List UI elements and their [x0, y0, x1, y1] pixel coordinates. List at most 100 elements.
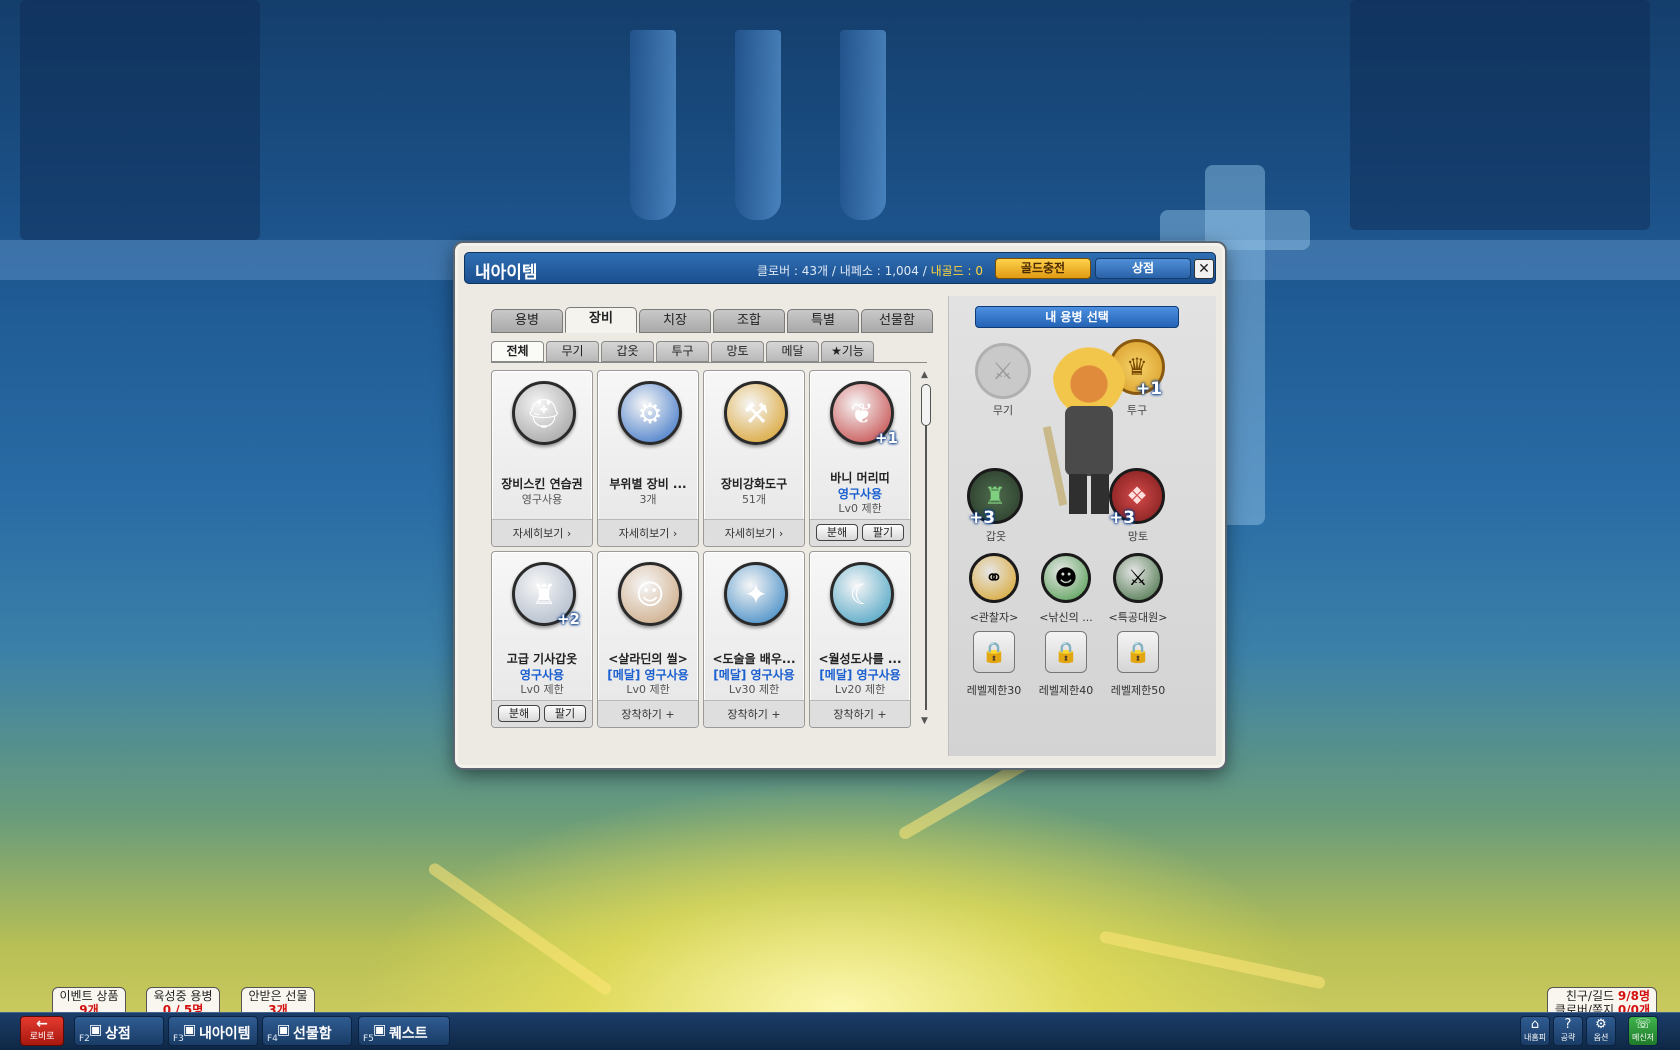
item-card[interactable]: ⚙ 부위별 장비 ... 3개 자세히보기 › — [597, 370, 699, 547]
my-homepage-button[interactable]: ⌂ 내홈피 — [1520, 1016, 1550, 1046]
sell-button[interactable]: 팔기 — [544, 705, 586, 722]
tab-combine[interactable]: 조합 — [713, 309, 785, 333]
item-duration: 3개 — [639, 493, 657, 506]
menu-my-items-button[interactable]: ▣ F3 내아이템 — [168, 1016, 258, 1046]
item-card[interactable]: ⛑ 장비스킨 연습권 영구사용 자세히보기 › — [491, 370, 593, 547]
sys-button-label: 메신저 — [1631, 1033, 1655, 1042]
item-scrollbar[interactable]: ▲ ▼ — [921, 370, 931, 726]
anvil-hammer-icon: ⚒ — [724, 381, 788, 445]
item-level-limit: Lv0 제한 — [626, 683, 670, 696]
subtab-all[interactable]: 전체 — [491, 341, 544, 362]
sys-button-label: 내홈피 — [1523, 1033, 1547, 1042]
tab-costume[interactable]: 치장 — [639, 309, 711, 333]
options-icon: ⚙ — [1595, 1017, 1607, 1032]
scroll-track[interactable] — [925, 384, 927, 710]
subtab-function[interactable]: ★기능 — [821, 341, 874, 362]
taoist-medal-icon: ✦ — [724, 562, 788, 626]
lock-icon: 🔒 — [981, 640, 1007, 664]
locked-slot: 🔒 — [1117, 631, 1159, 673]
menu-giftbox-button[interactable]: ▣ F4 선물함 — [262, 1016, 352, 1046]
home-icon: ⌂ — [1530, 1017, 1540, 1032]
item-name: <도술을 배우... — [712, 652, 796, 666]
gold-charge-button[interactable]: 골드충전 — [995, 258, 1091, 279]
blue-gear-icon: ⚙ — [618, 381, 682, 445]
blade-medal-icon[interactable]: ⚔ — [1113, 553, 1163, 603]
sys-button-label: 공략 — [1560, 1033, 1576, 1042]
locked-slot: 🔒 — [1045, 631, 1087, 673]
gold-amount: 내골드 : 0 — [930, 264, 984, 278]
scroll-thumb[interactable] — [921, 384, 931, 426]
subtab-cape[interactable]: 망토 — [711, 341, 764, 362]
item-card-footer: 장착하기 + — [810, 700, 910, 727]
item-card-footer: 분해 팔기 — [492, 700, 592, 727]
guide-button[interactable]: ? 공략 — [1553, 1016, 1583, 1046]
scroll-up-arrow-icon[interactable]: ▲ — [921, 370, 928, 380]
scroll-down-arrow-icon[interactable]: ▼ — [921, 716, 928, 726]
binoculars-icon[interactable]: ⚭ — [969, 553, 1019, 603]
armor-enhance-badge: +3 — [969, 508, 996, 528]
moon-sage-medal-icon: ☾ — [830, 562, 894, 626]
mercenary-panel: 내 용병 선택 ⚔ 무기 ♛ +1 투구 ♜ +3 갑옷 ❖ +3 망토 ⚭ <관… — [948, 296, 1216, 756]
close-button[interactable]: ✕ — [1194, 259, 1214, 279]
level-limit-label: 레벨제한50 — [1110, 684, 1166, 697]
tab-special[interactable]: 특별 — [787, 309, 859, 333]
subtab-medal[interactable]: 메달 — [766, 341, 819, 362]
weapon-slot[interactable]: ⚔ — [975, 343, 1031, 399]
quest-icon: ▣ — [373, 1022, 387, 1038]
friend-guild-line: 친구/길드 9/8명 — [1548, 989, 1650, 1003]
equip-link[interactable]: 장착하기 + — [810, 706, 910, 722]
item-card-footer: 자세히보기 › — [492, 519, 592, 546]
saladin-portrait-icon: ☺ — [618, 562, 682, 626]
disassemble-button[interactable]: 분해 — [498, 705, 540, 722]
back-arrow-icon: ← — [36, 1016, 48, 1032]
item-card[interactable]: ☾ <월성도사를 ... [메달] 영구사용 Lv20 제한 장착하기 + — [809, 551, 911, 728]
subtab-helmet[interactable]: 투구 — [656, 341, 709, 362]
menu-quest-button[interactable]: ▣ F5 퀘스트 — [358, 1016, 450, 1046]
menu-shop-button[interactable]: ▣ F2 상점 — [74, 1016, 164, 1046]
guide-icon: ? — [1564, 1017, 1572, 1032]
details-link[interactable]: 자세히보기 › — [704, 525, 804, 541]
options-button[interactable]: ⚙ 옵션 — [1586, 1016, 1616, 1046]
lobby-button[interactable]: ← 로비로 — [20, 1016, 64, 1046]
item-card-footer: 분해 팔기 — [810, 519, 910, 546]
subtab-weapon[interactable]: 무기 — [546, 341, 599, 362]
tab-mercenary[interactable]: 용병 — [491, 309, 563, 333]
enhance-badge: +1 — [874, 429, 898, 447]
medal-slot-label: <특공대원> — [1108, 611, 1168, 624]
messenger-button[interactable]: ☏ 메신저 — [1628, 1016, 1658, 1046]
menu-label: 퀘스트 — [389, 1026, 428, 1042]
equip-link[interactable]: 장착하기 + — [704, 706, 804, 722]
subtab-divider — [491, 362, 927, 363]
item-card[interactable]: ❦ +1 바니 머리띠 영구사용 Lv0 제한 분해 팔기 — [809, 370, 911, 547]
cape-icon: ❖ — [1126, 482, 1148, 510]
item-card-footer: 자세히보기 › — [704, 519, 804, 546]
disassemble-button[interactable]: 분해 — [816, 524, 858, 541]
function-key-label: F3 — [173, 1034, 184, 1044]
tab-equipment[interactable]: 장비 — [565, 307, 637, 333]
item-name: 장비강화도구 — [720, 477, 788, 491]
weapon-slot-label: 무기 — [992, 404, 1014, 417]
currency-display: 클로버 : 43개 / 내페소 : 1,004 / 내골드 : 0 — [757, 262, 983, 279]
item-card[interactable]: ⚒ 장비강화도구 51개 자세히보기 › — [703, 370, 805, 547]
item-card[interactable]: ♜ +2 고급 기사갑옷 영구사용 Lv0 제한 분해 팔기 — [491, 551, 593, 728]
background-light-beam — [426, 861, 614, 998]
item-level-limit: Lv20 제한 — [834, 683, 886, 696]
medal-glyph: ⚔ — [1128, 565, 1148, 591]
level-limit-label: 레벨제한40 — [1038, 684, 1094, 697]
equip-link[interactable]: 장착하기 + — [598, 706, 698, 722]
details-link[interactable]: 자세히보기 › — [492, 525, 592, 541]
item-card[interactable]: ☺ <살라딘의 씰> [메달] 영구사용 Lv0 제한 장착하기 + — [597, 551, 699, 728]
details-link[interactable]: 자세히보기 › — [598, 525, 698, 541]
cape-slot-label: 망토 — [1127, 530, 1149, 543]
messenger-icon: ☏ — [1634, 1017, 1652, 1032]
category-tabs: 용병 장비 치장 조합 특별 선물함 — [491, 307, 933, 333]
select-mercenary-button[interactable]: 내 용병 선택 — [975, 306, 1179, 328]
function-key-label: F2 — [79, 1034, 90, 1044]
shop-button[interactable]: 상점 — [1095, 258, 1191, 279]
medal-slot-label: <낚신의 ... — [1039, 611, 1093, 624]
sell-button[interactable]: 팔기 — [862, 524, 904, 541]
fishing-medal-icon[interactable]: ☻ — [1041, 553, 1091, 603]
tab-giftbox[interactable]: 선물함 — [861, 309, 933, 333]
subtab-armor[interactable]: 갑옷 — [601, 341, 654, 362]
item-card[interactable]: ✦ <도술을 배우... [메달] 영구사용 Lv30 제한 장착하기 + — [703, 551, 805, 728]
